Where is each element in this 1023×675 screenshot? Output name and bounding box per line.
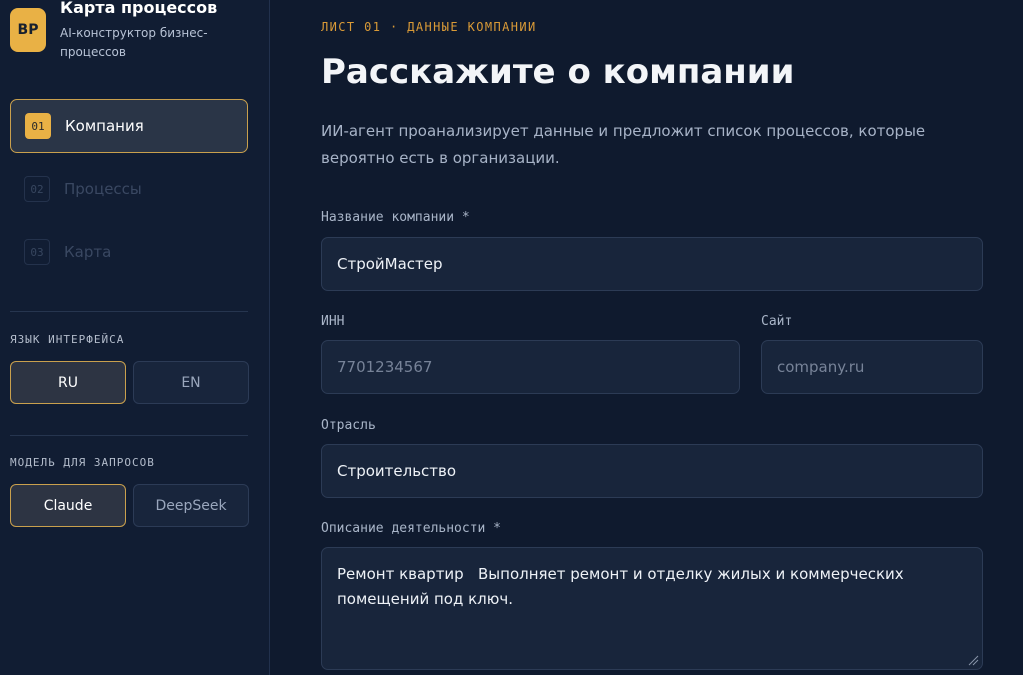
- page-description: ИИ-агент проанализирует данные и предлож…: [321, 122, 926, 167]
- step-number: 01: [25, 113, 51, 139]
- inn-input[interactable]: 7701234567: [321, 340, 740, 394]
- app-subtitle: AI-конструктор бизнес-процессов: [60, 26, 208, 59]
- site-label: Сайт: [761, 314, 793, 329]
- step-label: Компания: [65, 117, 144, 135]
- step-number: 03: [24, 239, 50, 265]
- step-label: Карта: [64, 243, 112, 261]
- language-ru-button[interactable]: RU: [10, 361, 126, 404]
- industry-label: Отрасль: [321, 418, 376, 433]
- company-name-label: Название компании *: [321, 210, 470, 225]
- sidebar-divider: [10, 435, 248, 436]
- step-label: Процессы: [64, 180, 142, 198]
- sheet-eyebrow: ЛИСТ 01 · ДАННЫЕ КОМПАНИИ: [321, 20, 537, 34]
- main-content: ЛИСТ 01 · ДАННЫЕ КОМПАНИИ Расскажите о к…: [271, 0, 1023, 675]
- step-company[interactable]: 01 Компания: [10, 99, 248, 153]
- industry-input[interactable]: Строительство: [321, 444, 983, 498]
- language-section-label: ЯЗЫК ИНТЕРФЕЙСА: [10, 333, 125, 346]
- sidebar-divider: [10, 311, 248, 312]
- model-claude-button[interactable]: Claude: [10, 484, 126, 527]
- app-logo: BP: [10, 8, 46, 52]
- page-title: Расскажите о компании: [321, 52, 795, 92]
- inn-label: ИНН: [321, 314, 345, 329]
- sidebar: BP Карта процессов AI-конструктор бизнес…: [0, 0, 270, 675]
- description-label: Описание деятельности *: [321, 521, 502, 536]
- step-map[interactable]: 03 Карта: [10, 225, 248, 279]
- step-number: 02: [24, 176, 50, 202]
- step-processes[interactable]: 02 Процессы: [10, 162, 248, 216]
- language-en-button[interactable]: EN: [133, 361, 249, 404]
- model-deepseek-button[interactable]: DeepSeek: [133, 484, 249, 527]
- company-name-input[interactable]: СтройМастер: [321, 237, 983, 291]
- model-section-label: МОДЕЛЬ ДЛЯ ЗАПРОСОВ: [10, 456, 155, 469]
- description-textarea[interactable]: Ремонт квартир Выполняет ремонт и отделк…: [321, 547, 983, 670]
- resize-handle-icon[interactable]: [967, 654, 979, 666]
- site-input[interactable]: company.ru: [761, 340, 983, 394]
- description-text: Ремонт квартир Выполняет ремонт и отделк…: [337, 565, 909, 608]
- app-title: Карта процессов: [60, 0, 218, 17]
- app-root: BP Карта процессов AI-конструктор бизнес…: [0, 0, 1023, 675]
